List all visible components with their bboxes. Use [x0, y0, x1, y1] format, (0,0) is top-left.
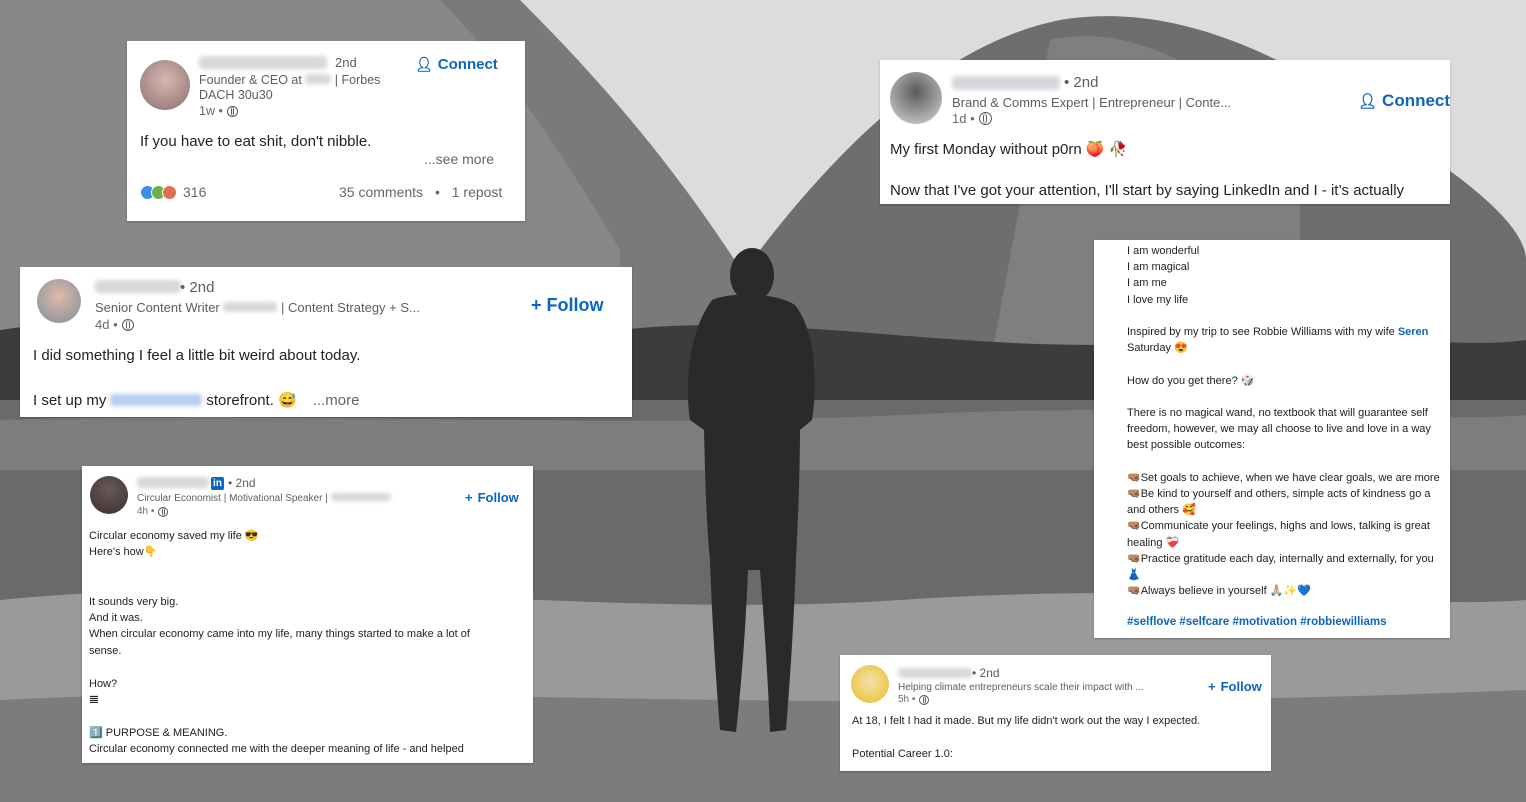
author-headline-line2: DACH 30u30 [199, 88, 273, 102]
author-name-redacted[interactable] [137, 477, 209, 488]
engagement-links: 35 comments • 1 repost [339, 184, 503, 200]
post-card-circular-economy: in • 2nd Circular Economist | Motivation… [82, 466, 533, 763]
post-text-line1: I did something I feel a little bit weir… [33, 347, 361, 364]
post-line: How? [89, 677, 118, 690]
connect-button[interactable]: 👤︎ Connect [1358, 91, 1450, 111]
post-line: and others 🥰 [1127, 504, 1196, 517]
follow-button[interactable]: + Follow [465, 490, 519, 505]
author-headline: Circular Economist | Motivational Speake… [137, 493, 391, 504]
post-text-line1: My first Monday without p0rn 🍑 🥀 [890, 141, 1128, 158]
post-line: I am magical [1127, 261, 1190, 274]
post-line: sense. [89, 644, 122, 657]
hashtags-link[interactable]: #selflove #selfcare #motivation #robbiew… [1127, 616, 1387, 628]
post-line: 🤜🏽Always believe in yourself 🙏🏼✨💙 [1127, 585, 1311, 598]
post-text-line1: At 18, I felt I had it made. But my life… [852, 715, 1201, 727]
author-headline: Senior Content Writer | Content Strategy… [95, 300, 420, 315]
linkedin-icon: in [211, 477, 224, 490]
company-redacted [223, 302, 278, 312]
post-meta: 4h • [137, 506, 169, 517]
post-text-line2: I set up my storefront. 😅 ...more [33, 391, 360, 410]
storefront-name-redacted [110, 394, 203, 406]
reaction-count: 316 [183, 184, 207, 200]
post-line: Saturday 😍 [1127, 342, 1188, 355]
post-line: How do you get there? 🎲 [1127, 374, 1255, 387]
post-line: When circular economy came into my life,… [89, 628, 470, 641]
globe-icon [158, 506, 169, 517]
add-person-icon: 👤︎ [415, 56, 433, 72]
connection-degree: • 2nd [228, 476, 256, 490]
author-headline: Brand & Comms Expert | Entrepreneur | Co… [952, 95, 1232, 110]
author-headline: Helping climate entrepreneurs scale thei… [898, 682, 1144, 693]
mention-link[interactable]: Seren [1398, 326, 1429, 338]
author-avatar[interactable] [37, 279, 81, 323]
plus-icon: + [531, 295, 542, 315]
plus-icon: + [465, 490, 473, 505]
author-headline: Founder & CEO at | Forbes [199, 73, 381, 87]
post-line: And it was. [89, 612, 143, 624]
see-more-link[interactable]: ...see more [424, 151, 494, 167]
post-meta: 5h • [898, 694, 930, 705]
globe-icon [226, 105, 238, 117]
post-card-climate: • 2nd Helping climate entrepreneurs scal… [840, 655, 1271, 771]
author-avatar[interactable] [890, 72, 942, 124]
author-avatar[interactable] [90, 476, 128, 514]
post-line: 👗 [1127, 569, 1141, 581]
plus-icon: + [1208, 679, 1216, 694]
post-line: 🤜🏽Practice gratitude each day, internall… [1127, 552, 1434, 565]
post-meta: 1w • [199, 104, 238, 118]
post-line: It sounds very big. [89, 595, 179, 608]
author-name-redacted[interactable] [199, 56, 327, 69]
post-meta: 4d • [95, 317, 134, 332]
post-line: healing ❤️‍🩹 [1127, 536, 1180, 549]
more-link[interactable]: ...more [313, 392, 360, 409]
post-line: best possible outcomes: [1127, 439, 1246, 452]
post-line: I love my life [1127, 293, 1189, 306]
connection-degree: • 2nd [180, 279, 215, 296]
post-card-brand-comms: • 2nd Brand & Comms Expert | Entrepreneu… [880, 60, 1450, 204]
love-reaction-icon [162, 184, 177, 200]
post-text-line2: Potential Career 1.0: [852, 748, 953, 760]
post-line: 🤜🏽Communicate your feelings, highs and l… [1127, 520, 1430, 533]
post-text: If you have to eat shit, don't nibble. [140, 133, 372, 150]
post-line: Circular economy connected me with the d… [89, 743, 464, 756]
post-line: 🤜🏽Be kind to yourself and others, simple… [1127, 487, 1431, 500]
globe-icon [919, 694, 930, 705]
reactions-summary[interactable]: 316 [140, 184, 206, 200]
post-line: 🤜🏽Set goals to achieve, when we have cle… [1127, 471, 1440, 484]
headline-redacted [330, 493, 391, 501]
author-name-redacted[interactable] [95, 280, 181, 293]
post-line: Circular economy saved my life 😎 [89, 530, 259, 542]
connection-degree: • 2nd [1064, 74, 1099, 91]
post-text-line2: Now that I've got your attention, I'll s… [890, 182, 1405, 199]
post-line: 1️⃣ PURPOSE & MEANING. [89, 726, 228, 739]
post-body: Circular economy saved my life 😎 Here's … [89, 528, 470, 758]
comments-link[interactable]: 35 comments [339, 184, 423, 200]
post-line: I am me [1127, 277, 1167, 290]
author-avatar[interactable] [140, 60, 190, 110]
post-line: I am wonderful [1127, 245, 1200, 257]
company-redacted [305, 74, 332, 84]
follow-button[interactable]: + Follow [531, 295, 604, 316]
post-card-founder: 2nd Founder & CEO at | Forbes DACH 30u30… [127, 41, 525, 221]
post-card-content-writer: • 2nd Senior Content Writer | Content St… [20, 267, 632, 417]
author-name-redacted[interactable] [898, 668, 972, 678]
post-body: I am wonderful I am magical I am me I lo… [1127, 243, 1440, 599]
post-line: Inspired by my trip to see Robbie Willia… [1127, 326, 1429, 338]
post-line: 𝌆 [89, 694, 99, 707]
globe-icon [121, 318, 134, 331]
add-person-icon: 👤︎ [1358, 93, 1378, 110]
post-line: Here's how👇 [89, 546, 158, 559]
post-card-self-love: I am wonderful I am magical I am me I lo… [1094, 240, 1450, 638]
author-avatar[interactable] [851, 665, 889, 703]
connection-degree: 2nd [335, 55, 357, 70]
connection-degree: • 2nd [972, 666, 1000, 680]
post-meta: 1d • [952, 111, 992, 126]
author-name-redacted[interactable] [952, 76, 1060, 90]
connect-button[interactable]: 👤︎ Connect [415, 56, 498, 73]
follow-button[interactable]: + Follow [1208, 679, 1262, 694]
reposts-link[interactable]: 1 repost [452, 184, 503, 200]
post-line: freedom, however, we may all choose to l… [1127, 423, 1431, 436]
globe-icon [978, 112, 992, 125]
post-line: There is no magical wand, no textbook th… [1127, 406, 1428, 419]
